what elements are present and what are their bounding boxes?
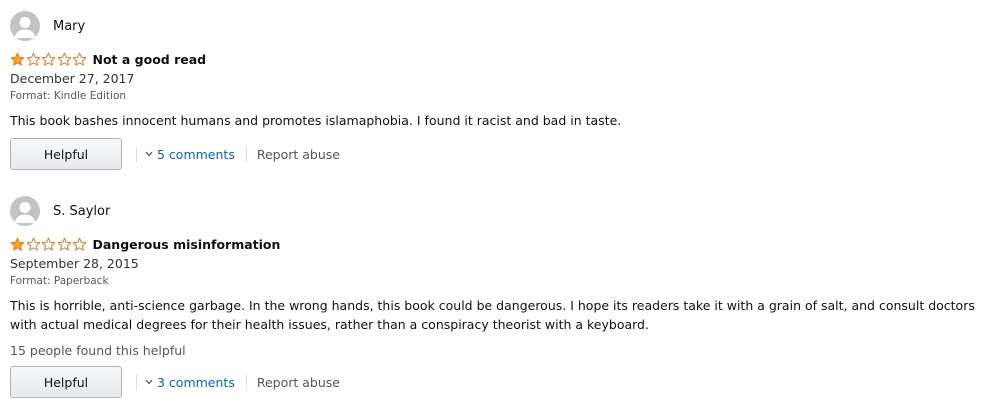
comments-link[interactable]: 5 comments [145, 147, 235, 162]
review-date: September 28, 2015 [10, 256, 139, 271]
report-abuse-link[interactable]: Report abuse [257, 375, 340, 390]
comments-label: 5 comments [157, 146, 235, 162]
chevron-down-icon [145, 379, 153, 385]
star-filled-icon [10, 52, 25, 66]
review-actions: Helpful 5 comments Report abuse [10, 138, 995, 170]
review-body: This is horrible, anti-science garbage. … [10, 298, 975, 332]
review-format: Format: Kindle Edition [10, 90, 127, 102]
divider [245, 146, 247, 162]
report-abuse-link[interactable]: Report abuse [257, 147, 340, 162]
divider [245, 374, 247, 390]
divider [136, 374, 137, 390]
reviewer-profile[interactable]: Mary [10, 11, 995, 41]
reviewer-profile[interactable]: S. Saylor [10, 196, 995, 226]
avatar[interactable] [10, 11, 40, 41]
review-card: Mary Not a good read December 27, 2017 F… [10, 11, 995, 170]
reviewer-name[interactable]: S. Saylor [53, 204, 110, 219]
review-date: December 27, 2017 [10, 71, 135, 86]
star-empty-icon [41, 237, 56, 251]
review-title[interactable]: Dangerous misinformation [93, 237, 281, 252]
star-empty-icon [41, 52, 56, 66]
star-empty-icon [72, 237, 87, 251]
review-format: Format: Paperback [10, 275, 109, 287]
helpful-count: 15 people found this helpful [10, 343, 186, 358]
helpful-button[interactable]: Helpful [10, 138, 122, 170]
comments-label: 3 comments [157, 374, 235, 390]
star-filled-icon [10, 237, 25, 251]
chevron-down-icon [145, 151, 153, 157]
comments-link[interactable]: 3 comments [145, 375, 235, 390]
avatar[interactable] [10, 196, 40, 226]
review-card: S. Saylor Dangerous misinformation Septe… [10, 196, 995, 398]
user-silhouette-icon [14, 17, 36, 38]
star-empty-icon [57, 237, 71, 251]
review-title[interactable]: Not a good read [93, 52, 207, 67]
star-empty-icon [72, 52, 87, 66]
user-silhouette-icon [14, 202, 36, 223]
star-empty-icon [26, 52, 40, 66]
star-rating[interactable] [10, 237, 88, 252]
star-rating[interactable] [10, 52, 88, 67]
star-empty-icon [57, 52, 71, 66]
reviewer-name[interactable]: Mary [53, 19, 85, 34]
review-actions: Helpful 3 comments Report abuse [10, 366, 995, 398]
star-empty-icon [26, 237, 40, 251]
divider [136, 146, 137, 162]
review-body: This book bashes innocent humans and pro… [10, 113, 622, 128]
helpful-button[interactable]: Helpful [10, 366, 122, 398]
